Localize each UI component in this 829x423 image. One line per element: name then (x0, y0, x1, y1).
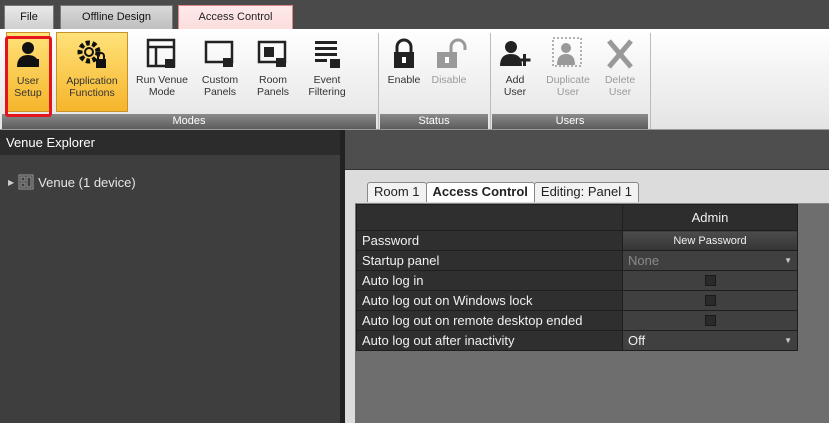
startup-panel-dropdown[interactable]: None ▼ (622, 250, 798, 271)
expand-arrow-icon[interactable]: ▶ (8, 178, 14, 187)
event-filtering-label-1: Event (313, 74, 341, 86)
row-label-auto-log-in: Auto log in (356, 270, 623, 291)
document-panel: Room 1 Access Control Editing: Panel 1 A… (345, 130, 829, 423)
table-row: Auto log in (356, 270, 798, 291)
run-venue-mode-label-1: Run Venue (136, 74, 188, 86)
disable-button[interactable]: Disable (427, 32, 471, 112)
add-user-icon (500, 41, 531, 66)
chevron-down-icon: ▼ (784, 256, 792, 265)
table-row: Auto log out on Windows lock (356, 290, 798, 311)
enable-label: Enable (387, 74, 421, 86)
chevron-down-icon: ▼ (784, 336, 792, 345)
access-settings-grid: Admin Password New Password Startup pane… (356, 204, 798, 351)
group-label-status: Status (380, 114, 488, 129)
auto-log-in-cell (622, 270, 798, 291)
run-venue-mode-button[interactable]: Run Venue Mode (134, 32, 190, 112)
window-lock-icon (146, 38, 176, 68)
startup-panel-value: None (628, 253, 660, 268)
tree-item-venue[interactable]: ▶ Venue (1 device) (8, 174, 136, 190)
group-separator (650, 33, 651, 129)
tab-access-control[interactable]: Access Control (178, 5, 293, 29)
tab-offline-design[interactable]: Offline Design (60, 5, 173, 29)
table-row: Password New Password (356, 230, 798, 251)
grid-corner-cell (356, 204, 623, 231)
document-content: Room 1 Access Control Editing: Panel 1 A… (345, 170, 829, 423)
row-label-password: Password (356, 230, 623, 251)
venue-device-icon (18, 174, 34, 190)
ribbon: User Setup Application Functions Run Ven… (0, 29, 829, 130)
enable-button[interactable]: Enable (384, 32, 424, 112)
application-functions-button[interactable]: Application Functions (56, 32, 128, 112)
venue-explorer-title: Venue Explorer (0, 130, 340, 155)
group-separator (490, 33, 491, 129)
application-functions-label-1: Application (66, 75, 118, 87)
auto-logout-inactivity-value: Off (628, 333, 646, 348)
lock-open-icon (437, 38, 467, 68)
table-row: Auto log out after inactivity Off ▼ (356, 330, 798, 351)
room-panel-lock-icon (257, 40, 287, 67)
duplicate-user-button[interactable]: Duplicate User (540, 32, 596, 112)
tree-item-label: Venue (1 device) (38, 174, 136, 190)
auto-logout-windows-lock-cell (622, 290, 798, 311)
duplicate-user-label-1: Duplicate (546, 74, 590, 86)
document-header-area (345, 130, 829, 170)
custom-panels-button[interactable]: Custom Panels (196, 32, 244, 112)
group-separator (378, 33, 379, 129)
duplicate-user-label-2: User (556, 86, 580, 98)
application-functions-label-2: Functions (69, 87, 115, 99)
row-label-auto-logout-windows-lock: Auto log out on Windows lock (356, 290, 623, 311)
ribbon-tab-bar: File Offline Design Access Control (0, 0, 829, 29)
user-setup-highlight-box (5, 36, 52, 117)
custom-panels-label-1: Custom (201, 74, 239, 86)
venue-explorer-panel: Venue Explorer ▶ Venue (1 device) (0, 130, 340, 423)
auto-logout-remote-desktop-cell (622, 310, 798, 331)
event-filtering-button[interactable]: Event Filtering (300, 32, 354, 112)
add-user-label-1: Add (505, 74, 525, 86)
row-label-auto-logout-remote-desktop: Auto log out on remote desktop ended (356, 310, 623, 331)
auto-logout-windows-lock-checkbox[interactable] (704, 295, 716, 306)
disable-label: Disable (431, 74, 467, 86)
table-row: Startup panel None ▼ (356, 250, 798, 271)
access-control-canvas: Admin Password New Password Startup pane… (355, 203, 829, 423)
run-venue-mode-label-2: Mode (148, 86, 176, 98)
delete-user-label-2: User (608, 86, 632, 98)
tab-file[interactable]: File (4, 5, 54, 29)
lock-closed-icon (394, 38, 414, 68)
room-panels-label-1: Room (258, 74, 287, 86)
delete-user-button[interactable]: Delete User (599, 32, 641, 112)
new-password-button[interactable]: New Password (622, 230, 798, 251)
event-filtering-label-2: Filtering (308, 86, 346, 98)
doc-tab-room-1[interactable]: Room 1 (367, 182, 427, 202)
auto-logout-inactivity-dropdown[interactable]: Off ▼ (622, 330, 798, 351)
delete-user-label-1: Delete (604, 74, 636, 86)
duplicate-user-icon (552, 37, 582, 67)
gear-lock-icon (77, 40, 106, 68)
delete-x-icon (607, 39, 633, 69)
list-lock-icon (315, 41, 340, 68)
room-panels-label-2: Panels (256, 86, 290, 98)
group-label-users: Users (492, 114, 648, 129)
auto-logout-remote-desktop-checkbox[interactable] (704, 315, 716, 326)
document-tabs: Room 1 Access Control Editing: Panel 1 (367, 182, 639, 202)
add-user-button[interactable]: Add User (497, 32, 533, 112)
auto-log-in-checkbox[interactable] (704, 275, 716, 286)
doc-tab-access-control[interactable]: Access Control (425, 182, 535, 202)
panel-lock-icon (204, 40, 234, 67)
column-header-admin[interactable]: Admin (622, 204, 798, 231)
row-label-startup-panel: Startup panel (356, 250, 623, 271)
add-user-label-2: User (503, 86, 527, 98)
row-label-auto-logout-inactivity: Auto log out after inactivity (356, 330, 623, 351)
table-row: Auto log out on remote desktop ended (356, 310, 798, 331)
doc-tab-editing-panel-1[interactable]: Editing: Panel 1 (533, 182, 639, 202)
grid-header-row: Admin (356, 204, 798, 231)
custom-panels-label-2: Panels (203, 86, 237, 98)
room-panels-button[interactable]: Room Panels (250, 32, 296, 112)
group-label-modes: Modes (2, 114, 376, 129)
